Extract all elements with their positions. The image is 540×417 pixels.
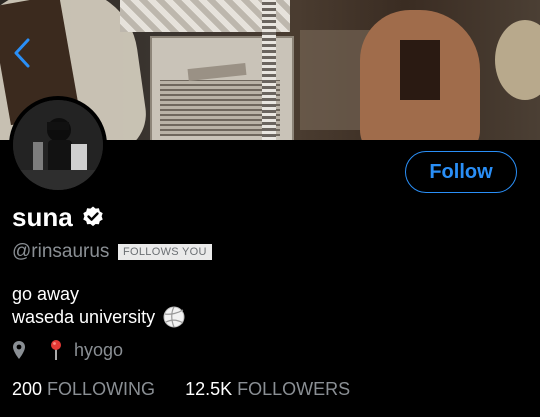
follows-you-badge: FOLLOWS YOU — [118, 244, 212, 260]
verified-badge-icon — [82, 206, 103, 227]
following-label: FOLLOWING — [47, 379, 156, 399]
bio-line-2-row: waseda university — [12, 306, 185, 328]
bio-line-2: waseda university — [12, 307, 156, 327]
back-button[interactable] — [10, 36, 34, 70]
chevron-left-icon — [14, 38, 30, 68]
location-pin-icon — [13, 341, 25, 359]
location-row: hyogo — [12, 338, 123, 362]
banner-pickguard — [400, 40, 440, 100]
profile-handle: @rinsaurus — [12, 241, 110, 262]
round-pushpin-icon — [51, 340, 61, 360]
follow-stats: 200 FOLLOWING 12.5K FOLLOWERS — [12, 378, 350, 400]
followers-count: 12.5K — [185, 379, 233, 399]
bio-line-1: go away — [12, 284, 80, 304]
location-text: hyogo — [74, 339, 124, 360]
follow-button[interactable]: Follow — [405, 151, 517, 193]
avatar[interactable] — [9, 96, 107, 194]
profile-name-row: suna — [12, 201, 105, 233]
followers-stat[interactable]: 12.5K FOLLOWERS — [185, 378, 350, 400]
avatar-photo — [13, 100, 103, 190]
banner-coiled-cable — [262, 0, 276, 140]
volleyball-icon — [163, 306, 185, 328]
banner-guitar-edge — [495, 20, 540, 100]
following-stat[interactable]: 200 FOLLOWING — [12, 378, 155, 400]
followers-label: FOLLOWERS — [237, 379, 351, 399]
profile-name: suna — [12, 202, 73, 232]
following-count: 200 — [12, 379, 43, 399]
